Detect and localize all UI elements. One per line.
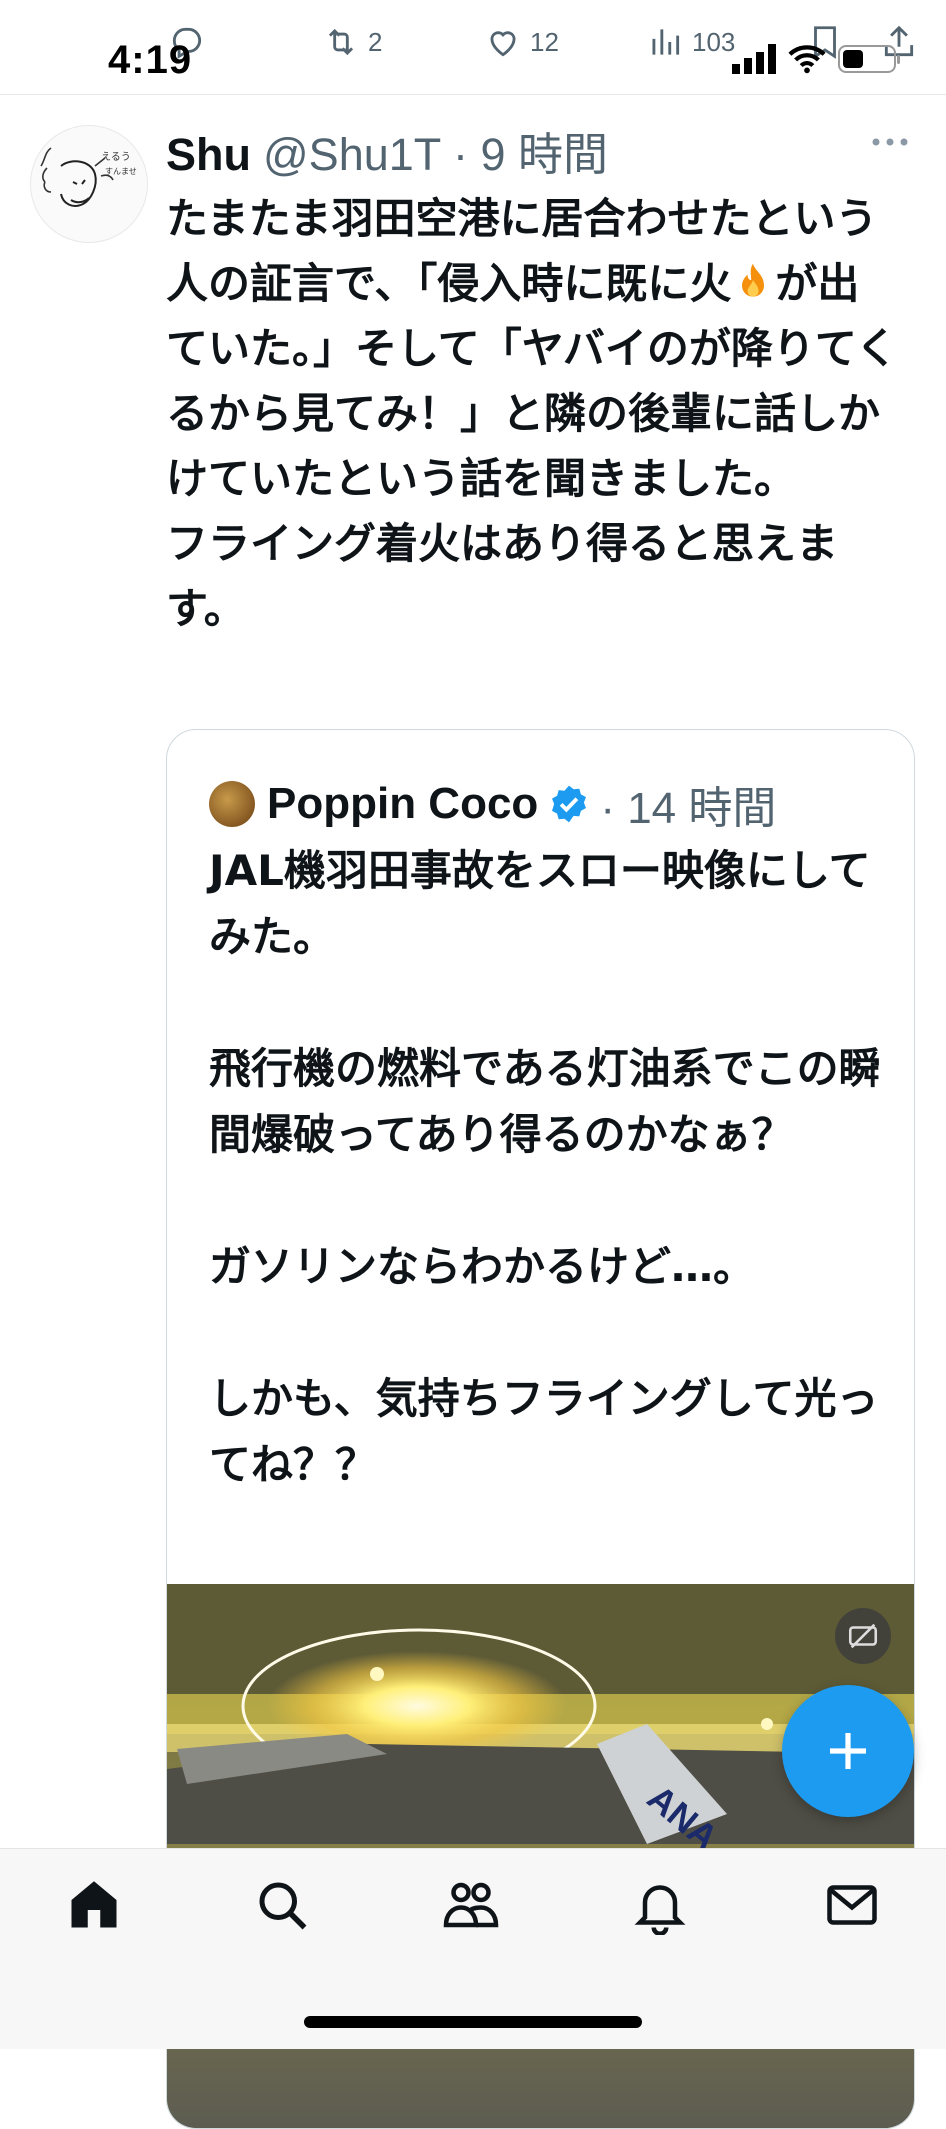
views-count: 103	[692, 26, 736, 57]
quoted-author-name: Poppin Coco	[267, 779, 539, 828]
status-time: 4:19	[108, 38, 193, 82]
svg-text:すんませ: すんませ	[105, 167, 137, 176]
retweet-icon	[328, 28, 354, 56]
views-button[interactable]: 103	[646, 18, 735, 66]
home-indicator[interactable]	[304, 2016, 642, 2028]
captions-off-icon	[848, 1623, 878, 1649]
like-button[interactable]: 12	[484, 18, 559, 66]
battery-icon	[838, 45, 900, 73]
nav-home[interactable]	[64, 1875, 124, 1935]
top-action-bar: 2 12 103 4:19	[0, 0, 946, 95]
nav-search[interactable]	[252, 1875, 312, 1935]
quoted-tweet-text: JAL機羽田事故をスロー映像にしてみた。 飛行機の燃料である灯油系でこの瞬間爆破…	[209, 846, 881, 1489]
author-name[interactable]: Shu	[166, 129, 251, 181]
plus-icon	[830, 1733, 866, 1769]
home-icon	[71, 1881, 117, 1928]
compose-button[interactable]	[782, 1685, 914, 1817]
captions-off-button[interactable]	[835, 1608, 891, 1664]
avatar[interactable]: えるう すんませ	[30, 125, 148, 243]
nav-messages[interactable]	[822, 1875, 882, 1935]
retweet-button[interactable]: 2	[322, 18, 382, 66]
tweet-text-part-2: が出ていた。」そして「ヤバイのが降りてくるから見てみ！」と隣の後輩に話しかけてい…	[166, 259, 898, 633]
messages-icon	[827, 1885, 877, 1925]
nav-communities[interactable]	[441, 1875, 501, 1935]
verified-badge-icon	[552, 785, 587, 823]
like-count: 12	[530, 26, 559, 57]
communities-icon	[443, 1882, 499, 1928]
views-icon	[652, 29, 680, 55]
heart-icon	[490, 31, 516, 57]
signal-icon	[732, 44, 776, 74]
tweet-text: たまたま羽田空港に居合わせたという人の証言で、「侵入時に既に火 が出ていた。」そし…	[166, 186, 901, 641]
nav-notifications[interactable]	[630, 1875, 690, 1936]
tweet-header: Shu @Shu1T · 9 時間	[166, 118, 608, 183]
search-icon	[259, 1882, 307, 1930]
svg-text:えるう: えるう	[101, 151, 131, 163]
quoted-avatar	[209, 781, 255, 827]
fire-emoji-icon	[742, 263, 765, 297]
quoted-tweet-header: Poppin Coco · 14 時間	[209, 772, 776, 836]
status-icons	[732, 44, 900, 74]
notifications-icon	[634, 1885, 686, 1936]
more-options-icon[interactable]	[870, 136, 910, 148]
wifi-icon	[788, 45, 826, 74]
quoted-time: · 14 時間	[600, 784, 777, 833]
avatar-drawing-icon: えるう すんませ	[40, 147, 137, 207]
retweet-count: 2	[368, 26, 383, 57]
author-handle-time[interactable]: @Shu1T · 9 時間	[263, 118, 608, 183]
